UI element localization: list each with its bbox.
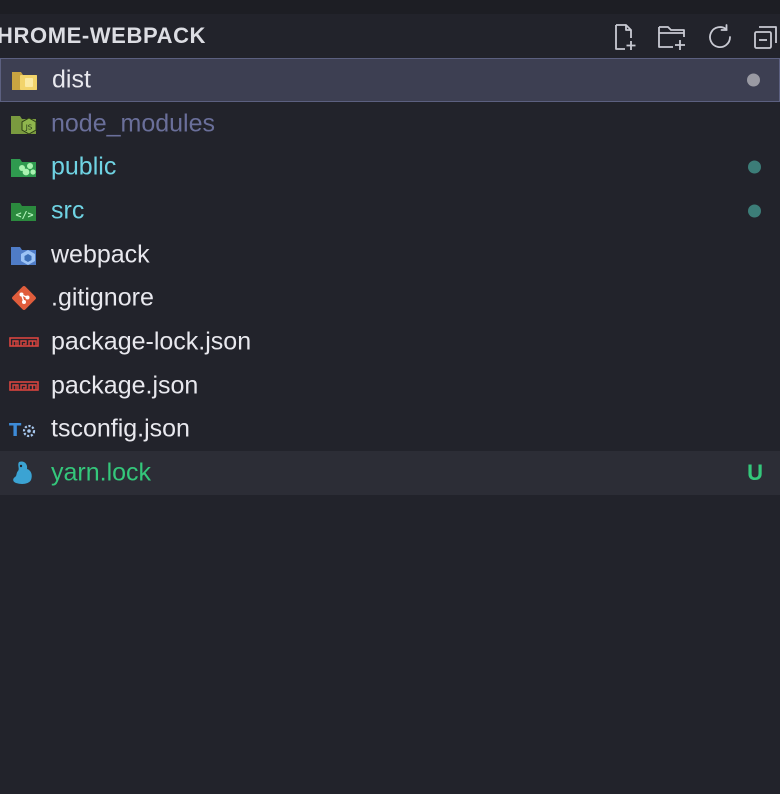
tree-item-label: webpack [51, 240, 150, 269]
refresh-button[interactable] [703, 20, 737, 54]
collapse-all-button[interactable] [748, 20, 780, 54]
npm-icon [9, 327, 39, 357]
tree-item-label: src [51, 196, 85, 225]
src-folder-icon: </> [9, 196, 39, 226]
new-folder-button[interactable] [655, 20, 689, 54]
yarn-icon [9, 458, 39, 488]
file-explorer: HROME-WEBPACK dist JS node_modules publi… [0, 14, 780, 794]
tsconfig-icon: T [9, 414, 39, 444]
collapse-all-icon [754, 26, 777, 49]
new-file-button[interactable] [607, 20, 641, 54]
tree-item-label: tsconfig.json [51, 414, 190, 443]
tree-item-package-json[interactable]: package.json [0, 364, 780, 408]
tree-item-package-lock[interactable]: package-lock.json [0, 320, 780, 364]
explorer-title[interactable]: HROME-WEBPACK [0, 23, 206, 49]
tree-item-yarn-lock[interactable]: yarn.lock U [0, 451, 780, 495]
tree-item-dist[interactable]: dist [0, 58, 780, 102]
svg-text:T: T [9, 420, 22, 441]
explorer-header: HROME-WEBPACK [0, 14, 780, 58]
refresh-icon [709, 24, 731, 48]
tree-item-label: .gitignore [51, 283, 154, 312]
tree-item-label: public [51, 152, 117, 181]
file-tree: dist JS node_modules public </> src webp… [0, 58, 780, 495]
tree-item-public[interactable]: public [0, 145, 780, 189]
git-icon [9, 283, 39, 313]
tree-item-tsconfig[interactable]: T tsconfig.json [0, 408, 780, 452]
tree-item-src[interactable]: </> src [0, 189, 780, 233]
svg-text:</>: </> [15, 210, 33, 221]
tree-item-label: package-lock.json [51, 327, 252, 356]
untracked-badge: U [747, 460, 763, 486]
status-dot [748, 160, 761, 174]
tree-item-webpack[interactable]: webpack [0, 233, 780, 277]
tree-item-label: yarn.lock [51, 458, 152, 487]
public-folder-icon [9, 152, 39, 182]
new-file-icon [615, 24, 636, 50]
new-folder-icon [658, 26, 685, 50]
node-folder-icon: JS [9, 109, 39, 139]
webpack-folder-icon [9, 240, 39, 270]
tree-item-label: package.json [51, 371, 199, 400]
tree-item-node-modules[interactable]: JS node_modules [0, 102, 780, 146]
window-top-strip [0, 0, 780, 14]
dist-folder-icon [10, 65, 40, 95]
status-dot [748, 204, 761, 218]
tree-item-gitignore[interactable]: .gitignore [0, 276, 780, 320]
npm-icon [9, 371, 39, 401]
status-dot [747, 73, 760, 87]
tree-item-label: dist [52, 65, 91, 94]
svg-text:JS: JS [25, 123, 33, 131]
tree-item-label: node_modules [51, 109, 216, 138]
